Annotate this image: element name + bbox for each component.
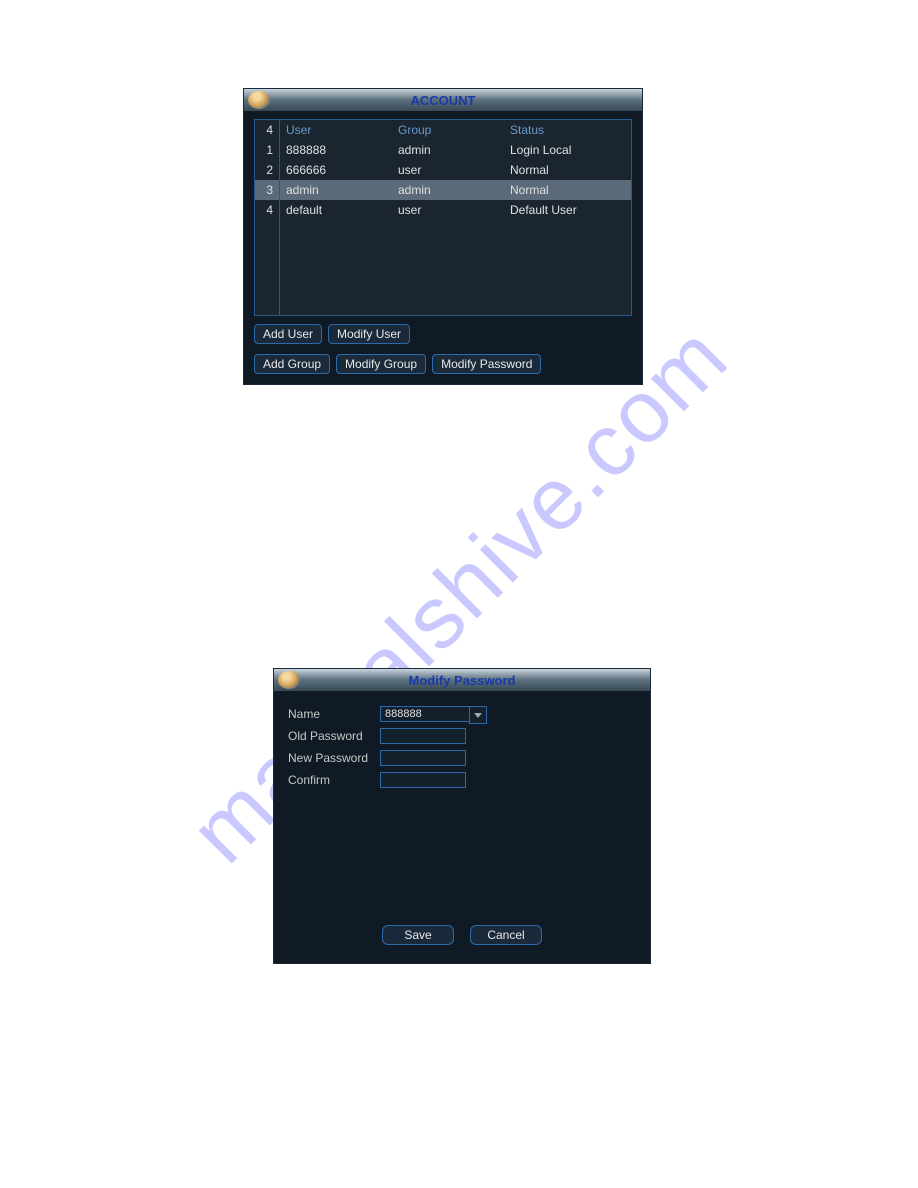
save-button[interactable]: Save xyxy=(382,925,454,945)
account-body: 4 1 2 3 4 User Group Status 888888 admin… xyxy=(244,111,642,384)
account-title: ACCOUNT xyxy=(244,93,642,108)
row-number: 4 xyxy=(255,200,279,220)
modify-password-button[interactable]: Modify Password xyxy=(432,354,541,374)
row-number: 2 xyxy=(255,160,279,180)
cell-group: admin xyxy=(392,140,504,160)
new-password-field[interactable] xyxy=(380,750,466,766)
row-count-header: 4 xyxy=(255,120,279,140)
col-status-header: Status xyxy=(504,120,631,140)
name-value: 888888 xyxy=(385,708,422,720)
add-user-button[interactable]: Add User xyxy=(254,324,322,344)
col-user-header: User xyxy=(280,120,392,140)
name-row: Name 888888 xyxy=(288,703,636,725)
new-password-row: New Password xyxy=(288,747,636,769)
modify-password-title: Modify Password xyxy=(274,673,650,688)
cell-status: Default User xyxy=(504,200,631,220)
modify-password-dialog: Modify Password Name 888888 Old Password… xyxy=(273,668,651,964)
modify-password-titlebar: Modify Password xyxy=(274,669,650,691)
new-password-label: New Password xyxy=(288,751,380,765)
modify-group-button[interactable]: Modify Group xyxy=(336,354,426,374)
cancel-button[interactable]: Cancel xyxy=(470,925,542,945)
cell-status: Login Local xyxy=(504,140,631,160)
col-group-header: Group xyxy=(392,120,504,140)
row-number: 1 xyxy=(255,140,279,160)
cell-group: user xyxy=(392,200,504,220)
cell-group: user xyxy=(392,160,504,180)
table-row[interactable]: 666666 user Normal xyxy=(280,160,631,180)
confirm-row: Confirm xyxy=(288,769,636,791)
confirm-label: Confirm xyxy=(288,773,380,787)
data-columns: User Group Status 888888 admin Login Loc… xyxy=(280,120,631,315)
old-password-row: Old Password xyxy=(288,725,636,747)
account-titlebar: ACCOUNT xyxy=(244,89,642,111)
name-select[interactable]: 888888 xyxy=(380,706,470,722)
table-header-row: User Group Status xyxy=(280,120,631,140)
cell-user: 888888 xyxy=(280,140,392,160)
cell-user: default xyxy=(280,200,392,220)
cell-group: admin xyxy=(392,180,504,200)
modify-password-actions: Save Cancel xyxy=(288,925,636,953)
modify-password-body: Name 888888 Old Password New Password Co… xyxy=(274,691,650,963)
row-number: 3 xyxy=(255,180,279,200)
add-group-button[interactable]: Add Group xyxy=(254,354,330,374)
cell-status: Normal xyxy=(504,160,631,180)
user-table: 4 1 2 3 4 User Group Status 888888 admin… xyxy=(254,119,632,316)
group-buttons-row: Add Group Modify Group Modify Password xyxy=(254,352,632,376)
table-row[interactable]: admin admin Normal xyxy=(280,180,631,200)
user-buttons-row: Add User Modify User xyxy=(254,322,632,346)
old-password-field[interactable] xyxy=(380,728,466,744)
account-dialog: ACCOUNT 4 1 2 3 4 User Group Status 8888… xyxy=(243,88,643,385)
old-password-label: Old Password xyxy=(288,729,380,743)
name-label: Name xyxy=(288,707,380,721)
chevron-down-icon[interactable] xyxy=(469,706,487,724)
cell-user: admin xyxy=(280,180,392,200)
confirm-field[interactable] xyxy=(380,772,466,788)
row-number-column: 4 1 2 3 4 xyxy=(255,120,280,315)
cell-user: 666666 xyxy=(280,160,392,180)
table-row[interactable]: 888888 admin Login Local xyxy=(280,140,631,160)
cell-status: Normal xyxy=(504,180,631,200)
table-row[interactable]: default user Default User xyxy=(280,200,631,220)
modify-user-button[interactable]: Modify User xyxy=(328,324,410,344)
